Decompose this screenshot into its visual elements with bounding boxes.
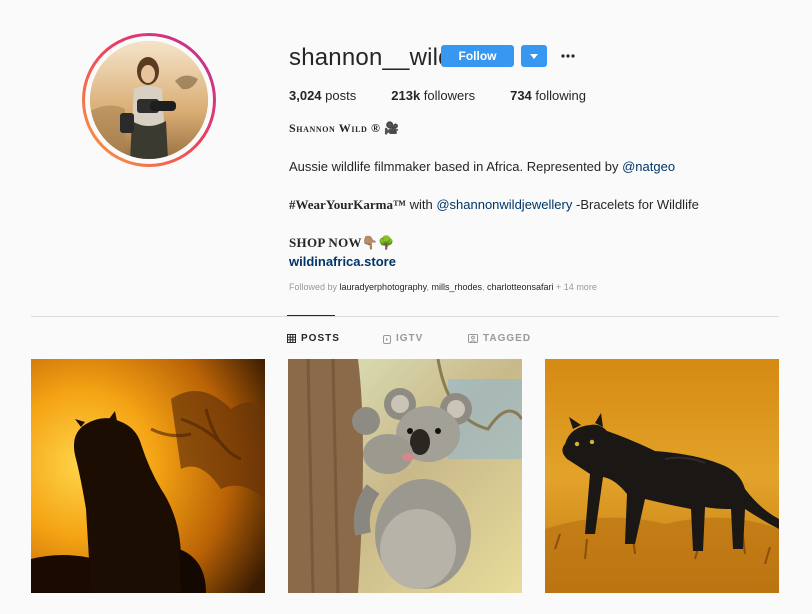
followers-stat[interactable]: 213k followers <box>391 88 475 103</box>
following-label: following <box>535 88 587 103</box>
website-link[interactable]: wildinafrica.store <box>289 254 396 269</box>
hashtag-link[interactable]: #WearYourKarma™ <box>289 197 406 212</box>
followers-count: 213k <box>391 88 421 103</box>
following-count: 734 <box>510 88 532 103</box>
post-image-koala <box>288 359 522 593</box>
caret-down-icon <box>530 53 538 59</box>
followers-label: followers <box>423 88 476 103</box>
bio-line-2: #WearYourKarma™ with @shannonwildjewelle… <box>289 197 699 213</box>
bio-text: Aussie wildlife filmmaker based in Afric… <box>289 159 623 174</box>
follower-account-1[interactable]: lauradyerphotography <box>340 282 427 292</box>
profile-username: shannon__wild <box>289 44 452 71</box>
shop-now-label: SHOP NOW👇🏽🌳 <box>289 235 395 250</box>
active-tab-indicator <box>287 315 335 316</box>
full-name-text: Shannon Wild ® <box>289 121 381 135</box>
profile-full-name: Shannon Wild ® 🎥 <box>289 121 400 136</box>
posts-count: 3,024 <box>289 88 322 103</box>
post-thumbnail-2[interactable] <box>288 359 522 593</box>
tab-posts[interactable]: POSTS <box>287 333 340 344</box>
avatar-photo <box>90 41 208 159</box>
suggestions-dropdown-button[interactable] <box>521 45 547 67</box>
post-thumbnail-3[interactable] <box>545 359 779 593</box>
tab-igtv[interactable]: IGTV <box>383 333 423 344</box>
tab-posts-label: POSTS <box>301 333 340 344</box>
follower-account-2[interactable]: mills_rhodes <box>431 282 482 292</box>
followed-by-prefix: Followed by <box>289 282 340 292</box>
profile-avatar[interactable] <box>82 33 216 167</box>
profile-stats: 3,024 posts 213k followers 734 following <box>289 88 621 103</box>
tab-tagged-label: TAGGED <box>483 333 532 344</box>
post-thumbnail-1[interactable] <box>31 359 265 593</box>
grid-icon <box>287 334 296 343</box>
followed-by-more[interactable]: + 14 more <box>554 282 597 292</box>
post-image-leopard <box>31 359 265 593</box>
bio-with-text: with <box>405 197 437 212</box>
bio-line-1: Aussie wildlife filmmaker based in Afric… <box>289 159 675 174</box>
follower-account-3[interactable]: charlotteonsafari <box>487 282 554 292</box>
posts-stat: 3,024 posts <box>289 88 356 103</box>
tabs-divider <box>31 316 779 317</box>
posts-label: posts <box>325 88 357 103</box>
movie-camera-icon: 🎥 <box>384 121 400 135</box>
profile-tabs: POSTS IGTV TAGGED <box>0 333 812 347</box>
following-stat[interactable]: 734 following <box>510 88 586 103</box>
igtv-icon <box>383 334 391 344</box>
natgeo-mention-link[interactable]: @natgeo <box>622 159 675 174</box>
more-options-button[interactable] <box>558 46 578 66</box>
avatar-border <box>85 36 213 164</box>
tab-igtv-label: IGTV <box>396 333 424 344</box>
jewellery-mention-link[interactable]: @shannonwildjewellery <box>436 197 572 212</box>
post-image-panther <box>545 359 779 593</box>
tagged-icon <box>468 334 478 343</box>
more-dots-icon <box>561 54 575 58</box>
tab-tagged[interactable]: TAGGED <box>468 333 531 344</box>
bio-bracelets-text: -Bracelets for Wildlife <box>572 197 699 212</box>
follow-button[interactable]: Follow <box>441 45 514 67</box>
followed-by[interactable]: Followed by lauradyerphotography, mills_… <box>289 282 597 292</box>
